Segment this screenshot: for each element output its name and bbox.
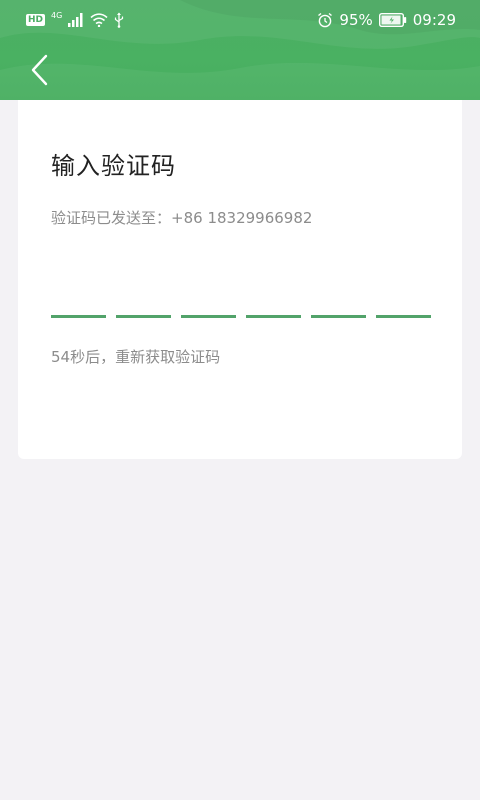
resend-countdown: 54秒后，重新获取验证码 [51, 348, 221, 366]
code-digit-2[interactable] [116, 270, 171, 318]
status-right: 95% 09:29 [317, 10, 456, 30]
sent-to-label: 验证码已发送至： [51, 209, 172, 227]
alarm-icon [318, 12, 333, 28]
status-bar: HD 4G 95% 09:29 [0, 0, 480, 40]
code-digit-1[interactable] [51, 270, 106, 318]
code-digit-6[interactable] [376, 270, 431, 318]
code-digit-4[interactable] [246, 270, 301, 318]
verification-card: 输入验证码 验证码已发送至：+86 18329966982 54秒后，重新获取验… [18, 100, 462, 459]
page-title: 输入验证码 [51, 152, 176, 180]
code-digit-5[interactable] [311, 270, 366, 318]
back-button[interactable] [22, 50, 56, 90]
battery-percent: 95% [339, 11, 373, 29]
code-input-row [51, 270, 431, 318]
app-header: HD 4G 95% 09:29 [0, 0, 480, 100]
code-digit-3[interactable] [181, 270, 236, 318]
signal-icon [68, 13, 83, 27]
wifi-icon [90, 13, 108, 27]
battery-icon [378, 13, 406, 27]
hd-badge: HD [26, 14, 46, 26]
status-left: HD 4G [26, 11, 124, 29]
clock: 09:29 [412, 11, 456, 29]
network-type: 4G [51, 10, 63, 20]
usb-icon [115, 12, 124, 28]
chevron-left-icon [31, 54, 48, 86]
phone-number: +86 18329966982 [171, 209, 313, 227]
sent-to-line: 验证码已发送至：+86 18329966982 [51, 207, 312, 228]
